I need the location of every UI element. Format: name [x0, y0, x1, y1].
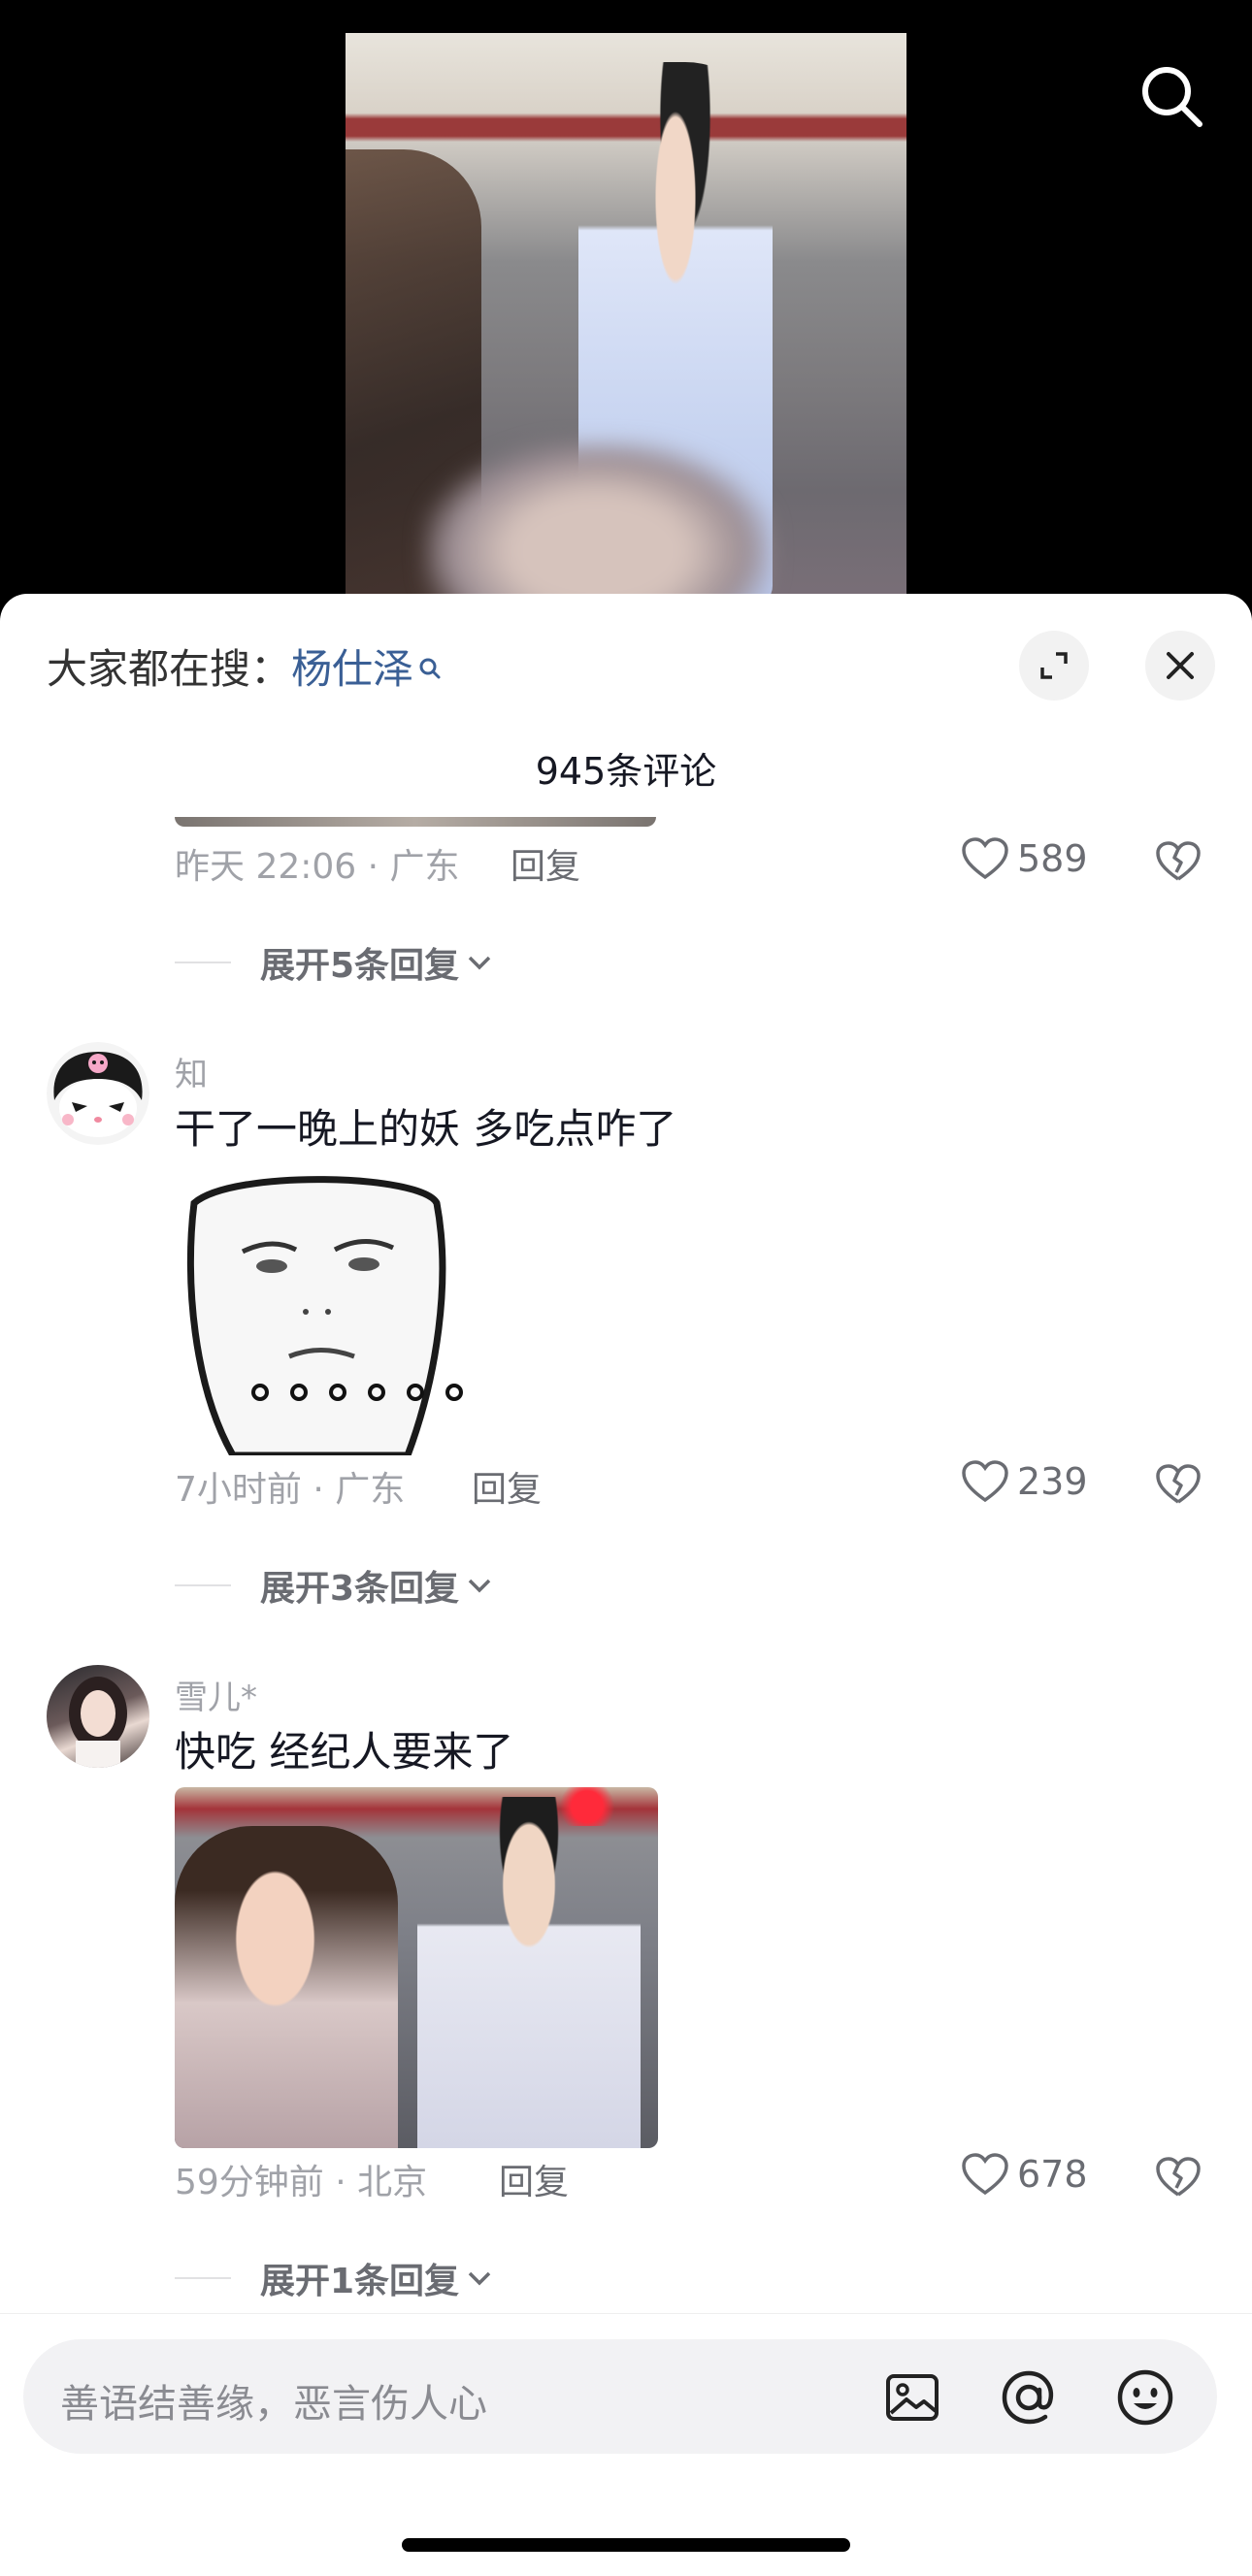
- home-indicator[interactable]: [402, 2538, 850, 2552]
- image-icon: [886, 2374, 939, 2421]
- expand-replies-label: 展开5条回复: [260, 946, 460, 986]
- divider-line: [175, 2277, 231, 2279]
- expand-replies-label: 展开1条回复: [260, 2262, 460, 2301]
- comment-image-meme[interactable]: [175, 1164, 466, 1459]
- like-count: 239: [1017, 1460, 1088, 1503]
- photo-figure-girl: [175, 1826, 398, 2148]
- comment-timestamp: 昨天 22:06 · 广东: [175, 847, 460, 887]
- mention-button[interactable]: [998, 2366, 1060, 2432]
- heart-icon: [962, 837, 1008, 880]
- comment-timestamp: 7小时前 · 广东: [175, 1470, 406, 1510]
- kuromi-avatar-icon: [47, 1042, 149, 1145]
- photo-red-light: [553, 1787, 621, 1826]
- heart-icon: [962, 2153, 1008, 2196]
- close-icon: [1167, 652, 1194, 679]
- heart-icon: [962, 1460, 1008, 1503]
- search-icon: [1142, 67, 1203, 127]
- expand-replies-button[interactable]: 展开3条回复: [175, 1560, 494, 1611]
- chevron-down-icon: [468, 2271, 491, 2286]
- emoji-icon: [1117, 2369, 1173, 2426]
- like-count: 678: [1017, 2153, 1088, 2196]
- image-button[interactable]: [883, 2368, 941, 2430]
- chevron-down-icon: [468, 1579, 491, 1593]
- video-player[interactable]: [0, 0, 1252, 621]
- hot-search-term[interactable]: 杨仕泽: [291, 645, 413, 693]
- reply-button[interactable]: 回复: [499, 2154, 569, 2204]
- expand-replies-button[interactable]: 展开5条回复: [175, 937, 494, 988]
- comment-username[interactable]: 雪儿*: [175, 1671, 257, 1718]
- comment-image-photo[interactable]: [175, 1787, 658, 2148]
- avatar[interactable]: [47, 1042, 149, 1145]
- comment-username[interactable]: 知: [175, 1048, 208, 1095]
- like-button[interactable]: 589: [961, 836, 1088, 881]
- broken-heart-icon: [1156, 2157, 1201, 2197]
- comment-text: 干了一晚上的妖 多吃点咋了: [175, 1105, 677, 1153]
- comment-input-bar: 善语结善缘，恶言伤人心: [0, 2313, 1252, 2576]
- reply-button[interactable]: 回复: [472, 1461, 542, 1512]
- broken-heart-icon: [1156, 1464, 1201, 1504]
- hot-search-prefix: 大家都在搜：: [47, 645, 292, 693]
- dislike-button[interactable]: [1155, 840, 1202, 887]
- reply-button[interactable]: 回复: [511, 838, 580, 889]
- like-button[interactable]: 239: [961, 1459, 1088, 1504]
- expand-button[interactable]: [1019, 631, 1089, 701]
- search-button[interactable]: [1137, 62, 1205, 130]
- video-frame: [346, 33, 906, 605]
- comment-input-placeholder: 善语结善缘，恶言伤人心: [60, 2382, 487, 2427]
- photo-figure-man: [417, 1797, 641, 2148]
- at-icon: [1002, 2370, 1054, 2425]
- mini-search-icon: [417, 640, 443, 699]
- expand-icon: [1040, 652, 1068, 679]
- dislike-button[interactable]: [1155, 1463, 1202, 1510]
- like-button[interactable]: 678: [961, 2152, 1088, 2197]
- chevron-down-icon: [468, 956, 491, 970]
- video-figure-crowd: [423, 440, 773, 605]
- divider-line: [175, 1584, 231, 1586]
- hot-search-bar[interactable]: 大家都在搜：杨仕泽: [47, 640, 443, 699]
- expand-replies-button[interactable]: 展开1条回复: [175, 2253, 494, 2303]
- divider-line: [175, 962, 231, 963]
- like-count: 589: [1017, 837, 1088, 880]
- comment-input[interactable]: 善语结善缘，恶言伤人心: [23, 2339, 1217, 2454]
- comment-count: 945条评论: [535, 750, 717, 793]
- avatar[interactable]: [47, 1665, 149, 1768]
- dislike-button[interactable]: [1155, 2156, 1202, 2202]
- broken-heart-icon: [1156, 841, 1201, 881]
- meme-face-image: [186, 1176, 463, 1459]
- emoji-button[interactable]: [1114, 2366, 1176, 2432]
- girl-avatar-image: [69, 1677, 127, 1768]
- comment-image-partial[interactable]: [175, 817, 656, 827]
- close-button[interactable]: [1145, 631, 1215, 701]
- comment-timestamp: 59分钟前 · 北京: [175, 2163, 428, 2202]
- comment-sheet: 大家都在搜：杨仕泽 945条评论 昨天 22:06 · 广东 回复 589 展开…: [0, 594, 1252, 2576]
- comment-text: 快吃 经纪人要来了: [175, 1728, 514, 1776]
- expand-replies-label: 展开3条回复: [260, 1569, 460, 1609]
